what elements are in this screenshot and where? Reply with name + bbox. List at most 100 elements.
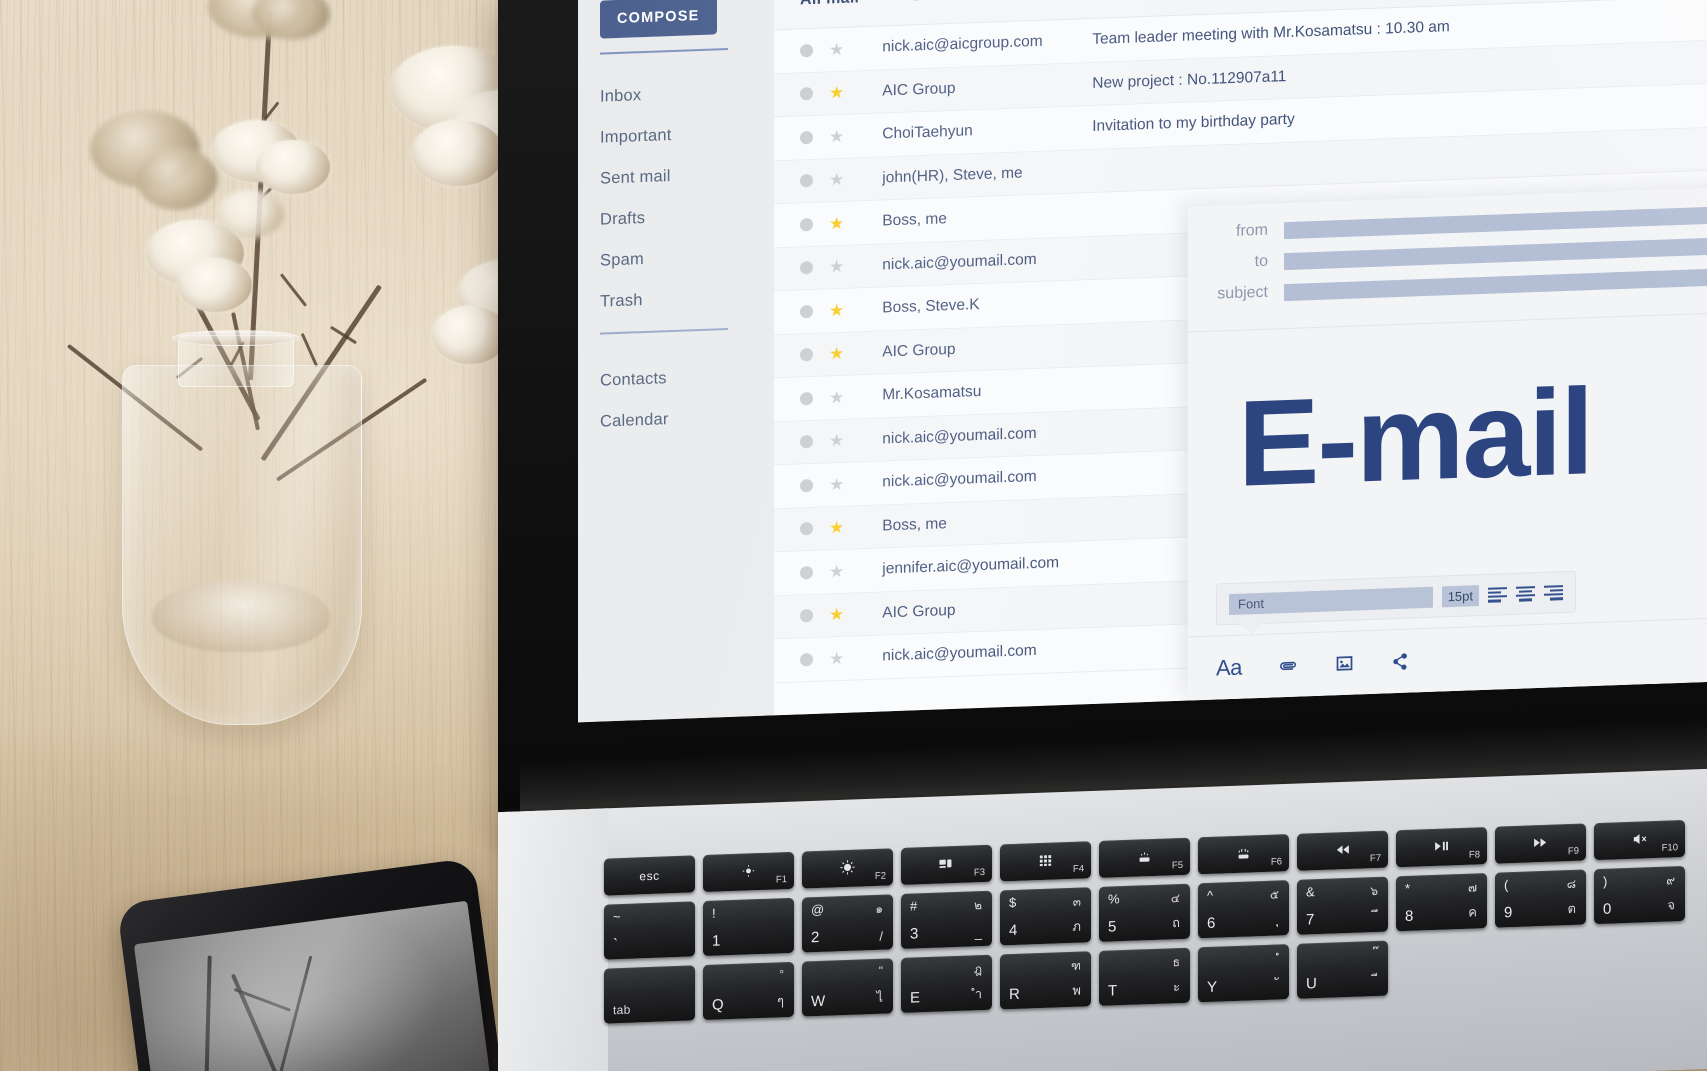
compose-field-from[interactable]: from [1188,199,1707,243]
align-left-icon[interactable] [1488,586,1507,603]
star-icon[interactable]: ★ [829,344,844,364]
unread-dot[interactable] [800,522,813,536]
key-thai-lower: ำ [974,986,982,1002]
align-right-icon[interactable] [1544,584,1563,601]
key-tab[interactable]: tab [604,965,695,1024]
unread-dot[interactable] [800,304,813,319]
unread-dot[interactable] [800,478,813,493]
sidebar-item-important[interactable]: Important [600,111,774,158]
insert-image-icon[interactable] [1334,653,1355,675]
unread-dot[interactable] [800,565,813,580]
font-family-select[interactable]: Font [1229,586,1433,615]
star-icon[interactable]: ★ [829,170,844,190]
mail-sender: nick.aic@youmail.com [882,468,1037,491]
star-icon[interactable]: ★ [829,301,844,321]
sidebar-item-sent-mail[interactable]: Sent mail [600,152,774,199]
unread-dot[interactable] [800,174,813,188]
key-f9[interactable]: F9 [1495,823,1586,864]
key-thai-upper: ๑ [875,901,883,916]
key-6[interactable]: ^6๕ุ [1198,880,1289,939]
mail-sender: Mr.Kosamatsu [882,383,982,404]
text-format-icon[interactable]: Aa [1216,654,1242,681]
paperclip-attach-icon[interactable] [1276,653,1300,678]
compose-button[interactable]: COMPOSE [600,0,717,39]
star-icon[interactable]: ★ [829,431,844,451]
key-w[interactable]: W " ไ [802,958,893,1017]
key-9[interactable]: (9 ๘ต [1495,869,1586,928]
unread-dot[interactable] [800,261,813,275]
unread-dot[interactable] [800,348,813,362]
key-4[interactable]: $4 ๓ภ [1000,887,1091,946]
star-icon[interactable]: ★ [829,562,844,582]
key-f10[interactable]: F10 [1594,819,1685,861]
key-thai-lower: _ [974,925,982,941]
key-r[interactable]: R ฑพ [1000,951,1091,1010]
key-y[interactable]: Yํั [1198,944,1289,1003]
sidebar-item-spam[interactable]: Spam [600,234,774,281]
key-1[interactable]: ! 1 [703,897,794,957]
unread-dot[interactable] [800,87,813,101]
sidebar-item-inbox[interactable]: Inbox [600,70,774,117]
mail-sender: Boss, me [882,514,947,535]
star-icon[interactable]: ★ [829,83,844,103]
key-`[interactable]: ~ ` [604,901,695,960]
launchpad-icon [1037,851,1054,872]
compose-window: from to subject E-mail Font 15pt Aa [1188,180,1707,701]
key-q[interactable]: Q ° ๆ [703,961,794,1021]
star-icon[interactable]: ★ [829,40,844,60]
key-fn-label: F2 [874,870,886,882]
share-link-icon[interactable] [1389,651,1410,673]
star-icon[interactable]: ★ [829,605,844,625]
key-u[interactable]: U๊ี [1297,940,1388,999]
unread-dot[interactable] [800,652,813,667]
sidebar-item-calendar[interactable]: Calendar [600,395,774,442]
key-f8[interactable]: F8 [1396,827,1487,868]
key-f6[interactable]: F6 [1198,834,1289,875]
key-8[interactable]: * 8 ๗ค [1396,873,1487,932]
tab-all-mail[interactable]: All mail [800,0,859,9]
compose-input-from[interactable] [1284,199,1707,239]
key-thai-upper: ฑ [1071,958,1081,973]
key-5[interactable]: % 5 ๔ถ [1099,883,1190,942]
unread-dot[interactable] [800,43,813,58]
align-center-icon[interactable] [1516,585,1535,602]
unread-dot[interactable] [800,217,813,232]
sidebar-item-drafts[interactable]: Drafts [600,193,774,240]
unread-dot[interactable] [800,391,813,406]
star-icon[interactable]: ★ [829,518,844,538]
key-t[interactable]: T ธะ [1099,947,1190,1006]
key-2[interactable]: @2 ๑ / [802,894,893,953]
sidebar-divider-top [600,48,728,55]
play-pause-icon [1433,837,1450,858]
brightness-up-icon [839,858,856,879]
star-icon[interactable]: ★ [829,475,844,495]
key-esc[interactable]: esc [604,855,695,896]
star-icon[interactable]: ★ [829,257,844,277]
key-f4[interactable]: F4 [1000,841,1091,882]
key-3[interactable]: #3 ๒ _ [901,890,992,949]
star-icon[interactable]: ★ [829,214,844,234]
key-7[interactable]: &7๖ึ [1297,876,1388,935]
unread-dot[interactable] [800,435,813,449]
key-f5[interactable]: F5 [1099,837,1190,878]
key-0[interactable]: ) 0 ๙จ [1594,865,1685,925]
sidebar-item-contacts[interactable]: Contacts [600,354,774,401]
font-size-select[interactable]: 15pt [1441,584,1479,607]
star-icon[interactable]: ★ [829,649,844,669]
key-f7[interactable]: F7 [1297,830,1388,871]
tab-social-media[interactable]: Social Media [911,0,1006,5]
sidebar-item-trash[interactable]: Trash [600,275,774,322]
key-f2[interactable]: F2 [802,848,893,889]
key-e[interactable]: E ฎำ [901,954,992,1013]
key-thai-upper: ๔ [1170,891,1180,906]
key-f3[interactable]: F3 [901,844,992,885]
star-icon[interactable]: ★ [829,388,844,408]
unread-dot[interactable] [800,609,813,623]
smartphone-screen [133,900,497,1071]
key-thai-upper: ° [779,967,784,982]
star-icon[interactable]: ★ [829,127,844,147]
brightness-down-icon [740,862,757,883]
key-f1[interactable]: F1 [703,851,794,893]
unread-dot[interactable] [800,130,813,145]
key-fn-label: F9 [1567,845,1579,858]
